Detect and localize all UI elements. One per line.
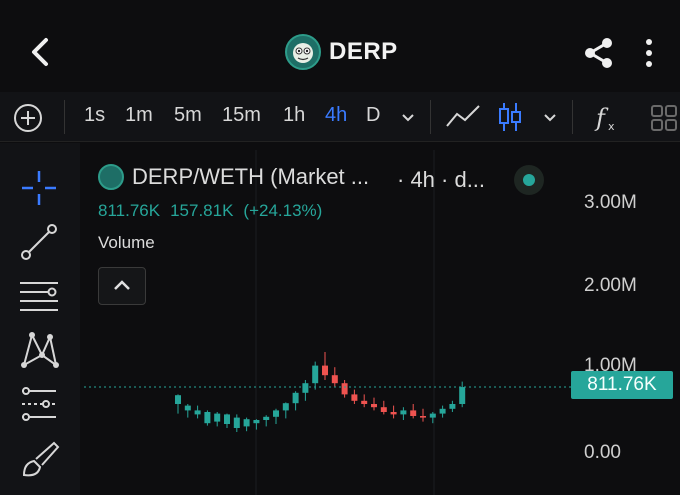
change-absolute: 157.81K: [170, 201, 234, 220]
candle-body: [390, 412, 397, 415]
chevron-left-icon: [32, 38, 48, 66]
interval-1h[interactable]: 1h: [283, 104, 305, 127]
y-axis-tick: 2.00M: [584, 275, 637, 296]
candle-body: [449, 404, 456, 409]
candle-body: [400, 410, 407, 415]
volume-indicator-label[interactable]: Volume: [98, 233, 155, 253]
svg-text:f: f: [594, 104, 609, 132]
candle-body: [322, 365, 328, 376]
token-logo-small: [98, 164, 124, 190]
candle-body: [214, 413, 221, 422]
current-price-tag: 811.76K: [571, 371, 673, 399]
candle-body: [273, 410, 279, 417]
candle-body: [292, 392, 299, 404]
horizontal-lines-icon: [20, 282, 58, 311]
function-icon: f x: [594, 104, 615, 133]
legend-values: 811.76K 157.81K (+24.13%): [98, 201, 322, 221]
svg-text:x: x: [608, 120, 615, 133]
toolbar-divider: [572, 100, 573, 134]
candle-body: [263, 416, 270, 420]
candle-body: [439, 408, 446, 414]
toolbar-divider: [64, 100, 65, 134]
candle-body: [302, 383, 309, 393]
pair-label: DERP/WETH (Market ...: [132, 164, 370, 189]
chart-legend: DERP/WETH (Market ...: [98, 164, 369, 190]
candle-body: [341, 383, 348, 395]
candlestick-icon: [499, 103, 521, 131]
collapse-legend-button[interactable]: [98, 267, 146, 305]
chevron-down-icon: [544, 114, 556, 122]
candle-body: [459, 387, 466, 404]
drawing-toolbar: [0, 143, 80, 495]
measure-tool[interactable]: [16, 381, 62, 427]
interval-5m[interactable]: 5m: [174, 104, 202, 127]
crosshair-icon: [22, 171, 56, 205]
plus-circle-icon: [14, 104, 42, 132]
candle-body: [175, 395, 181, 404]
share-button[interactable]: [582, 36, 616, 70]
candle-body: [282, 403, 289, 411]
brush-tool[interactable]: [16, 435, 62, 481]
live-status-indicator[interactable]: [514, 165, 544, 195]
candle-body: [312, 365, 319, 384]
indicators-button[interactable]: f x: [592, 102, 624, 134]
interval-label: · 4h · d...: [397, 167, 486, 192]
toolbar-divider: [430, 100, 431, 134]
interval-4h[interactable]: 4h: [325, 104, 347, 127]
chevron-up-icon: [114, 280, 130, 290]
measure-icon: [22, 387, 56, 421]
more-vertical-icon: [646, 39, 652, 67]
candlestick-button[interactable]: [496, 100, 524, 134]
candle-body: [243, 419, 250, 427]
y-axis-tick: 0.00: [584, 442, 621, 463]
interval-15m[interactable]: 15m: [222, 104, 261, 127]
crosshair-tool[interactable]: [16, 165, 62, 211]
candle-body: [429, 413, 436, 418]
candle-body: [331, 375, 338, 384]
price-chart[interactable]: DERP/WETH (Market ... · 4h · d... 811.76…: [84, 150, 680, 495]
candle-body: [420, 416, 426, 418]
candle-body: [194, 410, 201, 415]
add-indicator-button[interactable]: [12, 102, 44, 134]
interval-d[interactable]: D: [366, 104, 380, 127]
candle-body: [371, 404, 377, 408]
horizontal-lines-tool[interactable]: [16, 273, 62, 319]
interval-1m[interactable]: 1m: [125, 104, 153, 127]
interval-dropdown[interactable]: [398, 108, 418, 128]
token-logo: [285, 34, 321, 70]
interval-1s[interactable]: 1s: [84, 104, 105, 127]
token-title-group: DERP: [285, 32, 398, 72]
app-header: DERP: [0, 0, 680, 92]
candle-body: [380, 407, 387, 412]
grid-icon: [651, 105, 677, 131]
candle-body: [204, 412, 211, 424]
last-value: 811.76K: [98, 201, 161, 220]
pattern-tool[interactable]: [16, 327, 62, 373]
line-chart-icon: [446, 105, 480, 127]
candle-body: [224, 414, 230, 424]
brush-icon: [22, 441, 60, 477]
candle-body: [184, 405, 191, 411]
chevron-down-icon: [402, 114, 414, 122]
share-icon: [585, 38, 612, 68]
chart-toolbar: 1s 1m 5m 15m 1h 4h D f x: [0, 92, 680, 142]
change-percent: (+24.13%): [243, 201, 323, 220]
candle-body: [233, 417, 240, 428]
layout-button[interactable]: [650, 104, 680, 132]
line-chart-button[interactable]: [444, 102, 482, 132]
pattern-icon: [21, 332, 59, 368]
page-title: DERP: [329, 38, 398, 65]
trend-line-icon: [21, 224, 57, 260]
chart-type-dropdown[interactable]: [540, 108, 560, 128]
candle-body: [253, 420, 260, 424]
trend-line-tool[interactable]: [16, 219, 62, 265]
candle-body: [410, 410, 417, 416]
candle-body: [351, 394, 358, 401]
y-axis-tick: 3.00M: [584, 192, 637, 213]
candle-body: [361, 400, 368, 404]
back-button[interactable]: [22, 30, 62, 74]
more-options-button[interactable]: [640, 38, 658, 68]
